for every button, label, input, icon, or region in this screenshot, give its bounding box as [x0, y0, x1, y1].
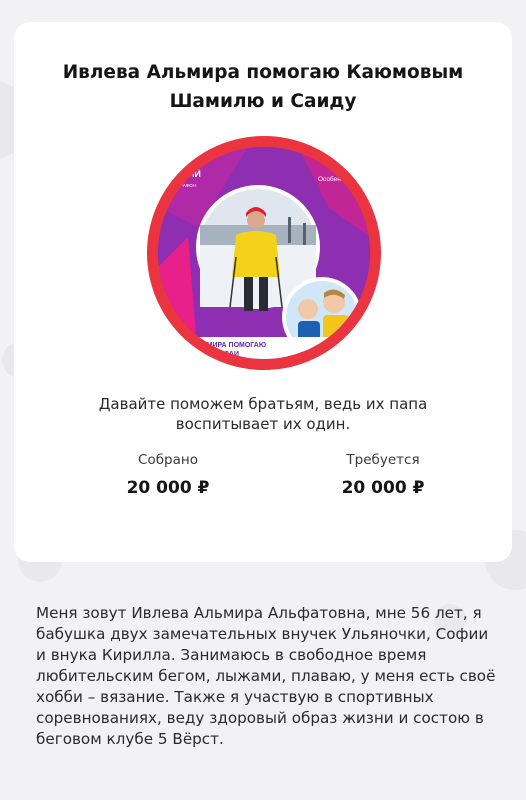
collected-label: Собрано	[138, 452, 198, 468]
campaign-image: ИМСКИЙ ЛЫЙ МАРАФОН Особенн	[147, 136, 381, 370]
campaign-description: Давайте поможем братьям, ведь их папа во…	[98, 395, 428, 433]
bio-text: Меня зовут Ивлева Альмира Альфатовна, мн…	[36, 604, 496, 748]
required-value: 20 000 ₽	[341, 478, 425, 498]
collected-value: 20 000 ₽	[126, 478, 210, 498]
required-stat: Требуется 20 000 ₽	[303, 452, 463, 498]
campaign-card: Ивлева Альмира помогаю Каюмовым Шамилю и…	[14, 22, 512, 562]
collected-stat: Собрано 20 000 ₽	[88, 452, 248, 498]
campaign-title: Ивлева Альмира помогаю Каюмовым Шамилю и…	[62, 62, 464, 112]
required-label: Требуется	[346, 452, 420, 468]
campaign-photo: ИМСКИЙ ЛЫЙ МАРАФОН Особенн	[158, 147, 370, 359]
